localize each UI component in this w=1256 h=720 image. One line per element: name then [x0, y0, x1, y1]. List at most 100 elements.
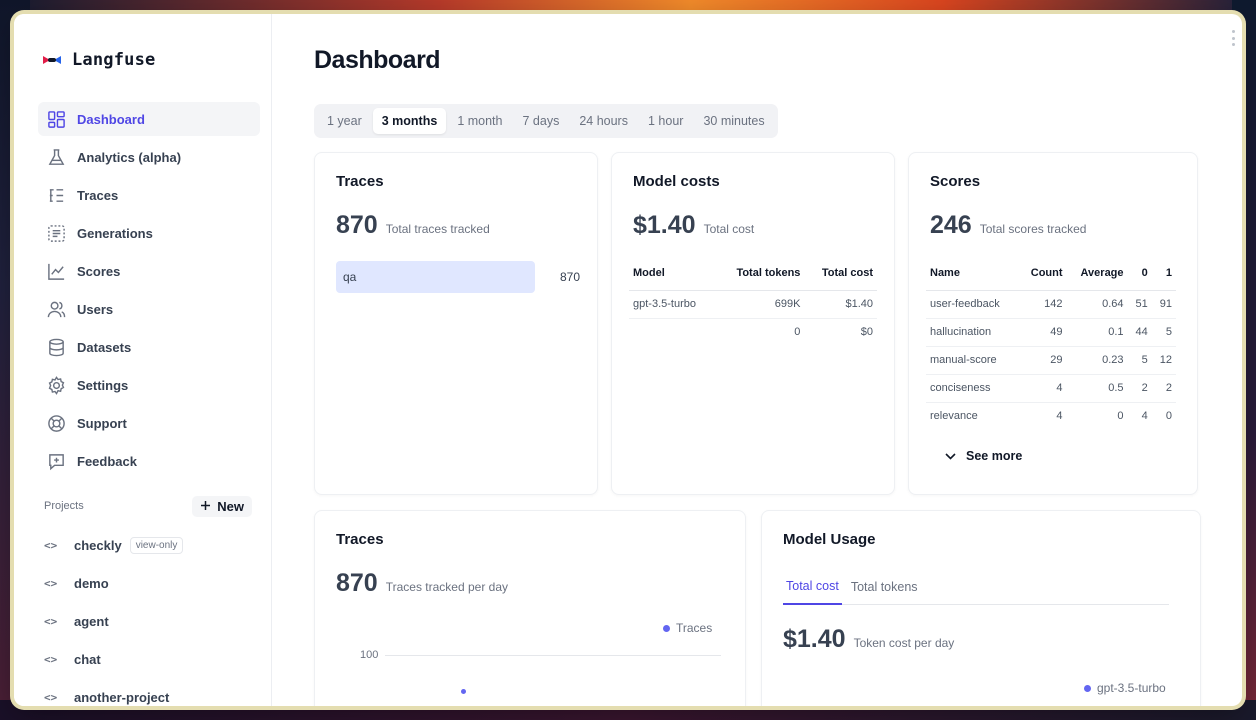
sidebar-item-settings[interactable]: Settings — [38, 368, 260, 402]
card-title: Traces — [336, 173, 384, 190]
table-cell: conciseness — [926, 374, 1019, 403]
gear-icon — [46, 375, 66, 395]
window-resize-handle[interactable] — [1232, 30, 1238, 46]
table-row: gpt-3.5-turbo 699K $1.40 — [629, 290, 877, 319]
metric-value: 870 — [336, 211, 378, 239]
traces-per-day: 870 Traces tracked per day — [336, 569, 508, 598]
table-cell: 4 — [1056, 410, 1063, 423]
table-cell: 0.1 — [1066, 318, 1128, 347]
table-cell: relevance — [930, 410, 978, 423]
sidebar-item-support[interactable]: Support — [38, 406, 260, 440]
chevron-down-icon — [945, 449, 956, 463]
project-name: agent — [74, 613, 109, 629]
sidebar-item-datasets[interactable]: Datasets — [38, 330, 260, 364]
new-project-button[interactable]: New — [192, 495, 252, 517]
new-project-label: New — [217, 498, 244, 514]
logo[interactable]: Langfuse — [42, 50, 155, 70]
range-1-year[interactable]: 1 year — [318, 108, 371, 134]
card-title: Scores — [930, 173, 981, 190]
table-cell: 4 — [1018, 374, 1067, 403]
table-cell: $1.40 — [804, 290, 877, 319]
metric-caption: Total scores tracked — [979, 222, 1087, 236]
chart-legend: gpt-3.5-turbo — [1084, 681, 1166, 695]
sidebar: Langfuse Dashboard Analytics (alpha) Tra… — [14, 14, 272, 706]
table-row: hallucination 49 0.1 44 5 — [926, 318, 1176, 347]
sidebar-item-generations[interactable]: Generations — [38, 216, 260, 250]
metric-value: $1.40 — [783, 625, 846, 653]
project-item-demo[interactable]: <> demo — [44, 564, 254, 602]
sidebar-item-scores[interactable]: Scores — [38, 254, 260, 288]
legend-label: Traces — [676, 621, 713, 635]
projects-title: Projects — [44, 500, 84, 512]
project-item-chat[interactable]: <> chat — [44, 640, 254, 678]
project-item-agent[interactable]: <> agent — [44, 602, 254, 640]
see-more-button[interactable]: See more — [945, 449, 1022, 463]
card-title: Model costs — [633, 173, 720, 190]
scores-total: 246 Total scores tracked — [930, 211, 1086, 240]
traces-chart-card: Traces 870 Traces tracked per day Traces… — [314, 510, 746, 706]
traces-total: 870 Total traces tracked — [336, 211, 490, 240]
column-header: Model — [629, 256, 717, 291]
table-cell: 51 — [1127, 290, 1152, 319]
data-point — [461, 689, 466, 694]
users-icon — [46, 299, 66, 319]
legend-dot — [1084, 684, 1091, 692]
see-more-label: See more — [966, 449, 1023, 463]
sidebar-item-dashboard[interactable]: Dashboard — [38, 102, 260, 136]
range-30-minutes[interactable]: 30 minutes — [694, 108, 773, 134]
app-window: Langfuse Dashboard Analytics (alpha) Tra… — [14, 14, 1242, 706]
range-24-hours[interactable]: 24 hours — [570, 108, 637, 134]
column-header: Count — [1018, 256, 1067, 291]
column-header: Name — [926, 256, 1019, 291]
column-header: 1 — [1151, 256, 1176, 291]
traces-list-icon — [46, 185, 66, 205]
metric-caption: Token cost per day — [853, 636, 955, 650]
table-cell: 0.64 — [1066, 290, 1128, 319]
lifebuoy-icon — [46, 413, 66, 433]
flask-icon — [46, 147, 66, 167]
traces-summary-card: Traces 870 Total traces tracked qa 870 — [314, 152, 598, 495]
sidebar-item-users[interactable]: Users — [38, 292, 260, 326]
column-header: Total tokens — [716, 256, 805, 291]
column-header: 0 — [1127, 256, 1152, 291]
trace-name-bar[interactable]: qa 870 — [336, 261, 580, 293]
model-costs-card: Model costs $1.40 Total cost Model Total… — [611, 152, 895, 495]
table-cell: 12 — [1151, 346, 1176, 375]
tab-total-tokens[interactable]: Total tokens — [848, 569, 921, 605]
table-row: conciseness 4 0.5 2 2 — [926, 374, 1176, 403]
sidebar-item-analytics[interactable]: Analytics (alpha) — [38, 140, 260, 174]
table-cell: hallucination — [926, 318, 1019, 347]
project-name: chat — [74, 651, 101, 667]
range-1-month[interactable]: 1 month — [448, 108, 511, 134]
sidebar-item-feedback[interactable]: Feedback — [38, 444, 260, 478]
legend-label: gpt-3.5-turbo — [1097, 681, 1166, 695]
metric-value: 246 — [930, 211, 972, 239]
page-title: Dashboard — [314, 46, 441, 74]
project-item-another-project[interactable]: <> another-project — [44, 678, 254, 706]
tab-total-cost[interactable]: Total cost — [783, 569, 842, 605]
main-content: Dashboard 1 year 3 months 1 month 7 days… — [273, 14, 1242, 706]
costs-table: Model Total tokens Total cost gpt-3.5-tu… — [629, 256, 877, 346]
table-cell: $0 — [860, 326, 873, 339]
usage-cost: $1.40 Token cost per day — [783, 625, 954, 654]
model-usage-card: Model Usage Total cost Total tokens $1.4… — [761, 510, 1201, 706]
range-7-days[interactable]: 7 days — [513, 108, 568, 134]
chart-legend: Traces — [663, 621, 712, 635]
column-header: Total cost — [804, 256, 877, 291]
code-brackets-icon: <> — [44, 652, 58, 666]
code-brackets-icon: <> — [44, 538, 58, 552]
metric-caption: Traces tracked per day — [385, 580, 508, 594]
range-1-hour[interactable]: 1 hour — [639, 108, 692, 134]
table-cell — [629, 318, 716, 346]
generations-icon — [46, 223, 66, 243]
sidebar-item-traces[interactable]: Traces — [38, 178, 260, 212]
plus-icon — [200, 499, 211, 514]
range-3-months[interactable]: 3 months — [372, 108, 447, 134]
table-cell: 2 — [1127, 374, 1152, 403]
project-name: checkly — [74, 537, 122, 553]
table-cell: 91 — [1151, 290, 1176, 319]
table-cell: 49 — [1018, 318, 1067, 347]
time-range-selector: 1 year 3 months 1 month 7 days 24 hours … — [314, 104, 778, 138]
code-brackets-icon: <> — [44, 614, 58, 628]
project-item-checkly[interactable]: <> checkly view-only — [44, 526, 254, 564]
